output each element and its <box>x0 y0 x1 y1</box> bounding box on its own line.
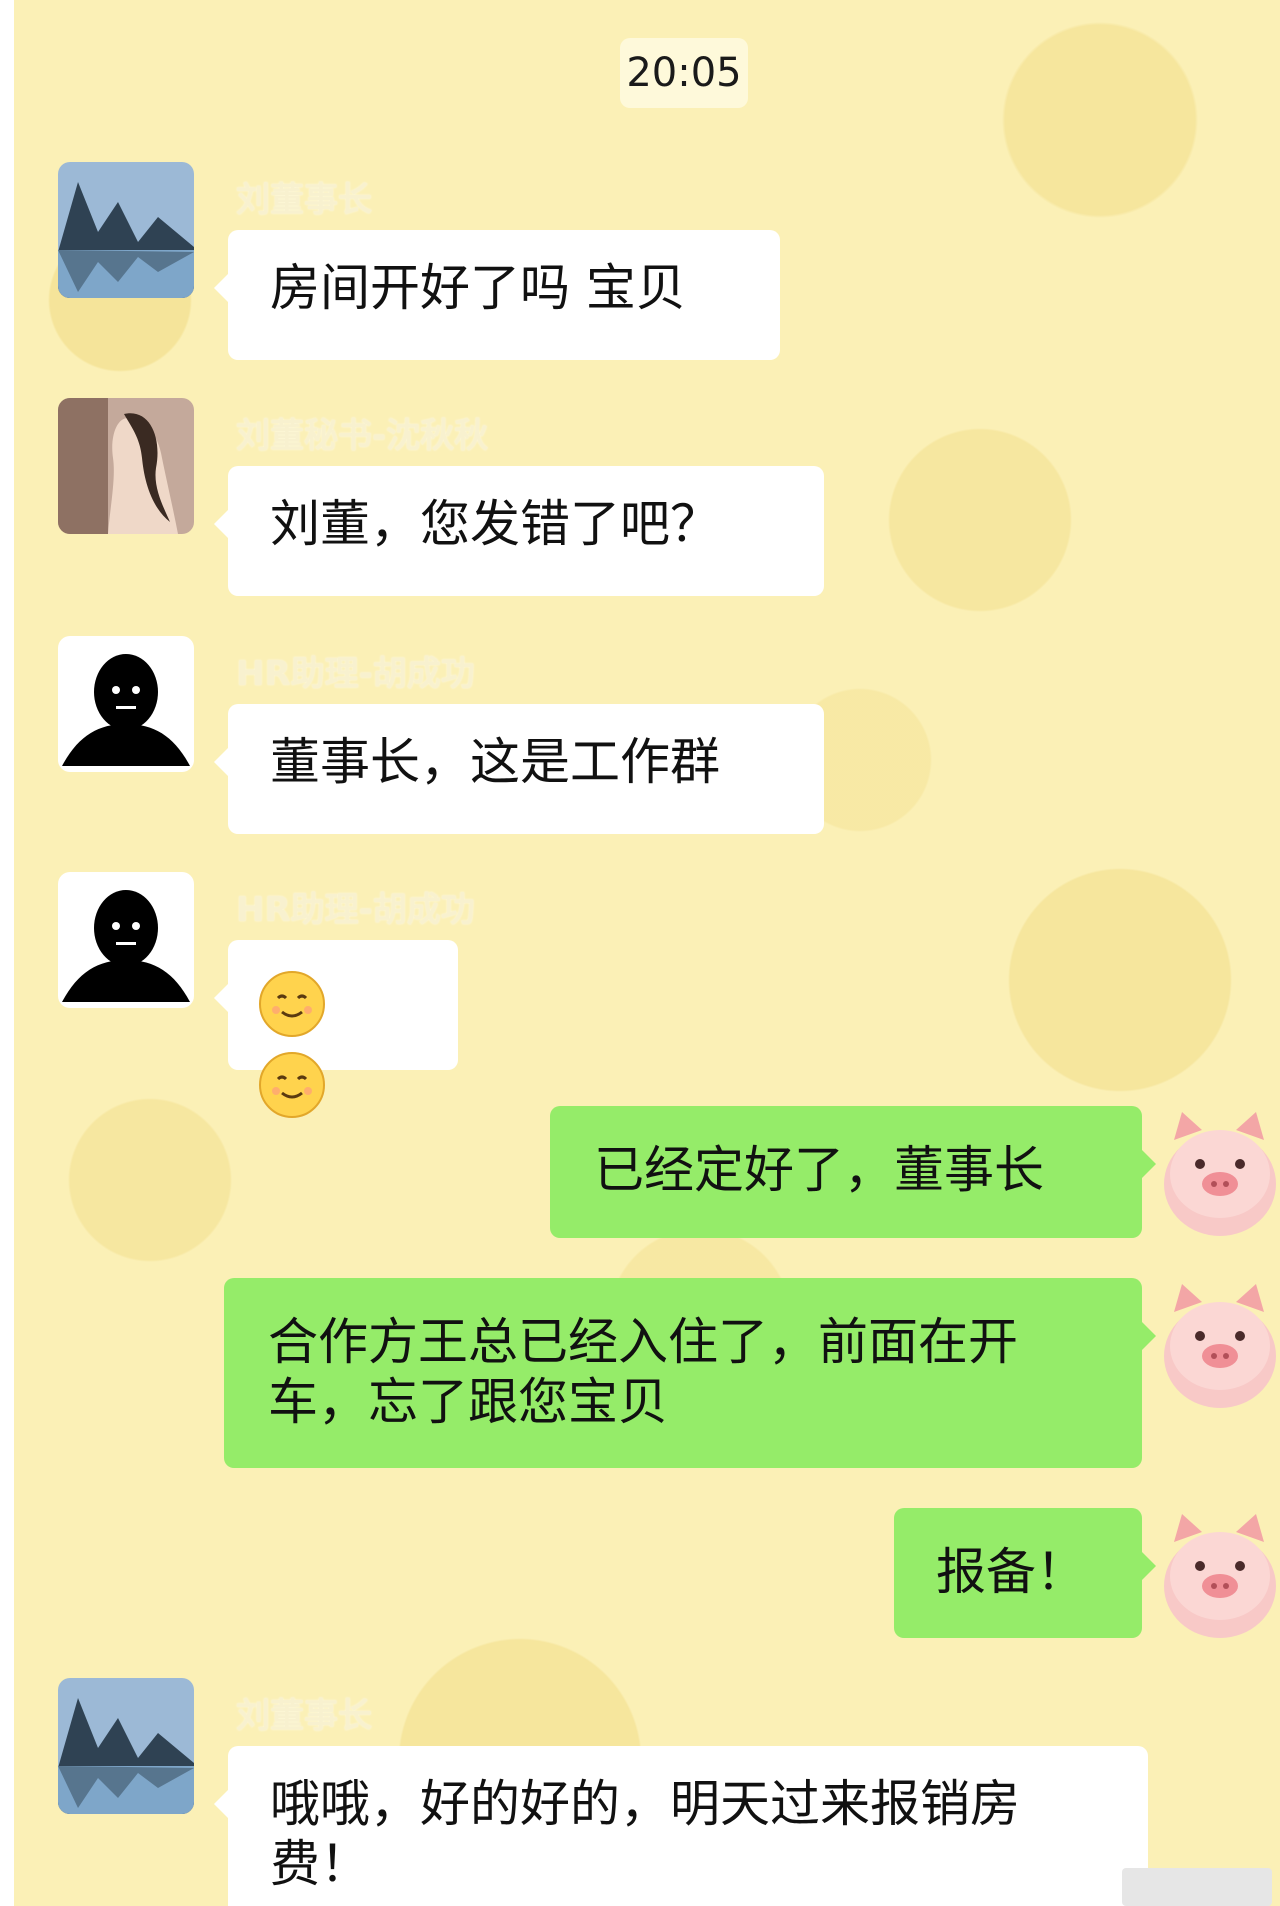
message-bubble[interactable]: 董事长，这是工作群 <box>214 704 824 834</box>
mountain-lake-avatar[interactable] <box>58 1678 194 1814</box>
sender-name: 刘董事长 <box>236 1696 372 1736</box>
timestamp: 20:05 <box>620 38 748 108</box>
black-figure-avatar[interactable] <box>58 636 194 772</box>
message-bubble[interactable]: 刘董，您发错了吧？ <box>214 466 824 596</box>
left-edge-strip <box>0 0 14 1906</box>
message-bubble[interactable] <box>214 940 458 1118</box>
sender-name: HR助理-胡成功 <box>236 890 475 930</box>
sender-name: HR助理-胡成功 <box>236 654 475 694</box>
smile-emoji-icon <box>258 1051 326 1132</box>
message-bubble[interactable]: 合作方王总已经入住了，前面在开车，忘了跟您宝贝 <box>224 1278 1156 1468</box>
sender-name: 刘董秘书-沈秋秋 <box>236 416 489 456</box>
pig-avatar[interactable] <box>1160 1106 1278 1238</box>
message-bubble[interactable]: 房间开好了吗 宝贝 <box>214 230 780 360</box>
smile-emoji-icon <box>258 970 326 1051</box>
message-bubble[interactable]: 报备！ <box>894 1508 1156 1638</box>
mountain-lake-avatar[interactable] <box>58 162 194 298</box>
message-bubble[interactable]: 已经定好了，董事长 <box>550 1106 1156 1238</box>
pig-avatar[interactable] <box>1160 1278 1278 1410</box>
blurred-overlay <box>1122 1868 1272 1906</box>
sender-name: 刘董事长 <box>236 180 372 220</box>
pig-avatar[interactable] <box>1160 1508 1278 1640</box>
woman-photo-avatar[interactable] <box>58 398 194 534</box>
black-figure-avatar[interactable] <box>58 872 194 1008</box>
message-bubble[interactable]: 哦哦，好的好的，明天过来报销房费！ <box>214 1746 1148 1906</box>
